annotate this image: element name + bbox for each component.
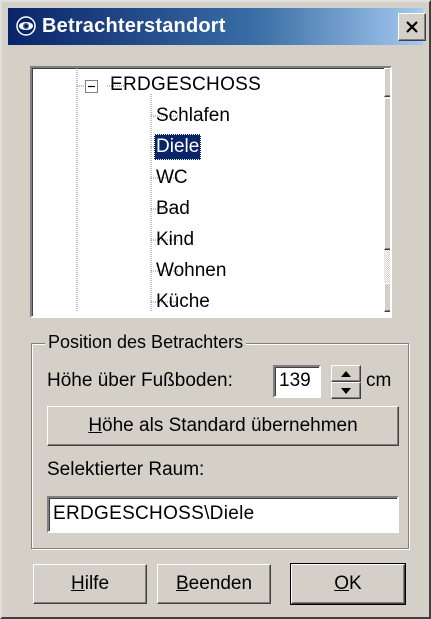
arrow-down-icon — [341, 387, 351, 394]
scroll-down-button[interactable] — [384, 283, 390, 312]
tree-node-wohnen[interactable]: Wohnen — [154, 258, 228, 284]
tree-node-bad[interactable]: Bad — [154, 196, 192, 222]
minus-box-icon — [85, 80, 98, 93]
title-bar[interactable]: Betrachterstandort — [8, 8, 426, 45]
selected-room-label: Selektierter Raum: — [47, 459, 205, 480]
height-label: Höhe über Fußboden: — [47, 370, 233, 391]
eye-icon — [16, 16, 36, 36]
tree-toggle-erdgeschoss[interactable] — [85, 80, 98, 93]
set-default-accel: H — [88, 415, 103, 436]
height-input[interactable]: 139 — [273, 365, 321, 398]
help-label: ilfe — [84, 573, 110, 594]
room-tree[interactable]: ERDGESCHOSS Schlafen Diele WC Bad Kind W… — [30, 66, 392, 318]
tree-node-erdgeschoss[interactable]: ERDGESCHOSS — [110, 74, 261, 96]
tree-node-diele[interactable]: Diele — [154, 134, 202, 160]
tree-node-kueche[interactable]: Küche — [154, 289, 212, 315]
quit-label: eenden — [188, 573, 253, 594]
set-default-height-button[interactable]: Höhe als Standard übernehmen — [47, 406, 399, 446]
scroll-up-button[interactable] — [384, 68, 390, 97]
quit-button[interactable]: Beenden — [157, 564, 271, 604]
tree-node-wc[interactable]: WC — [154, 165, 190, 191]
close-button[interactable] — [398, 13, 426, 41]
vertical-scrollbar[interactable] — [384, 68, 390, 312]
dialog-window: Betrachterstandort ERDGESCHOSS Schlafen … — [0, 0, 431, 619]
ok-button[interactable]: OK — [290, 563, 406, 605]
window-title: Betrachterstandort — [42, 15, 226, 37]
ok-label: K — [349, 573, 362, 594]
help-button[interactable]: Hilfe — [33, 564, 147, 604]
height-unit: cm — [366, 370, 392, 391]
quit-accel: B — [175, 573, 189, 594]
set-default-label: öhe als Standard übernehmen — [102, 415, 358, 436]
help-accel: H — [70, 573, 85, 594]
tree-node-kind[interactable]: Kind — [154, 227, 196, 253]
group-legend: Position des Betrachters — [45, 332, 247, 353]
tree-node-schlafen[interactable]: Schlafen — [154, 103, 232, 129]
scroll-thumb[interactable] — [384, 98, 390, 250]
selected-room-field[interactable]: ERDGESCHOSS\Diele — [47, 496, 399, 533]
height-spin-down-button[interactable] — [331, 382, 361, 399]
ok-accel: O — [334, 573, 350, 594]
close-icon — [406, 21, 418, 33]
height-spin-up-button[interactable] — [331, 365, 361, 382]
arrow-up-icon — [341, 370, 351, 377]
